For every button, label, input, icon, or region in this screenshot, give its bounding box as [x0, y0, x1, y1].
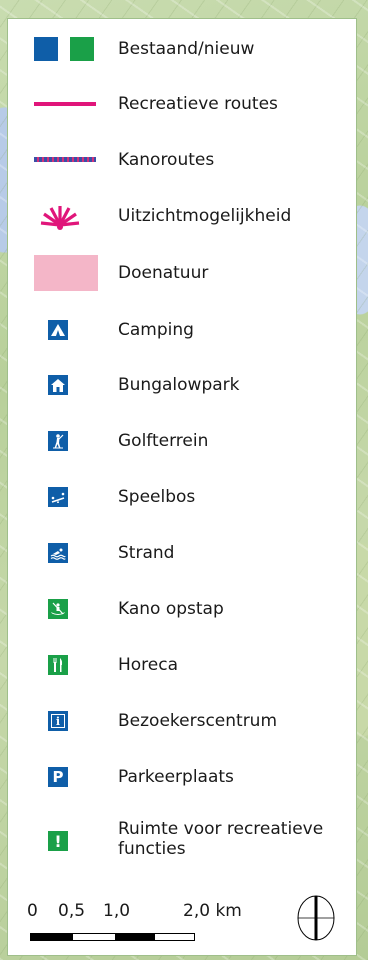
exclamation-icon: ! — [48, 831, 68, 851]
viewpoint-icon — [40, 206, 80, 230]
legend-item-recreatieve-routes: Recreatieve routes — [8, 93, 356, 133]
legend-label: Kano opstap — [118, 599, 224, 619]
legend-item-bungalowpark: Bungalowpark — [8, 373, 356, 413]
legend-item-strand: Strand — [8, 541, 356, 581]
legend-label: Doenatuur — [118, 263, 209, 283]
legend-item-bestaand-nieuw: Bestaand/nieuw — [8, 37, 356, 77]
legend-label: Recreatieve routes — [118, 94, 278, 114]
legend-label: Bezoekerscentrum — [118, 711, 278, 731]
seesaw-icon — [48, 487, 68, 507]
legend-item-kanoroutes: Kanoroutes — [8, 149, 356, 189]
scale-tick-1: 1,0 — [103, 901, 131, 921]
legend-label: Camping — [118, 320, 194, 340]
legend-label: Speelbos — [118, 487, 196, 507]
legend-item-horeca: Horeca — [8, 653, 356, 693]
golfer-icon — [48, 431, 68, 451]
north-arrow-icon — [297, 895, 335, 941]
legend-label: Parkeerplaats — [118, 767, 234, 787]
legend-label: Strand — [118, 543, 175, 563]
legend-item-doenatuur: Doenatuur — [8, 255, 356, 295]
scale-segments — [30, 933, 195, 941]
legend-item-bezoekerscentrum: i Bezoekerscentrum — [8, 709, 356, 749]
parking-icon: P — [48, 767, 68, 787]
legend-label: Bungalowpark — [118, 375, 240, 395]
scale-tick-2: 2,0 km — [183, 901, 242, 921]
legend-label: Kanoroutes — [118, 150, 215, 170]
legend-item-ruimte: ! Ruimte voor recreatieve functies — [8, 819, 356, 869]
legend-item-kano-opstap: Kano opstap — [8, 597, 356, 637]
legend-panel: Bestaand/nieuw Recreatieve routes Kanoro… — [7, 18, 357, 956]
legend-item-uitzicht: Uitzichtmogelijkheid — [8, 203, 356, 243]
canoe-icon — [48, 599, 68, 619]
doenatuur-swatch — [34, 255, 98, 291]
route-line-swatch — [34, 102, 96, 106]
scale-tick-05: 0,5 — [58, 901, 86, 921]
legend-label: Horeca — [118, 655, 179, 675]
cutlery-icon — [48, 655, 68, 675]
canoe-route-swatch — [34, 157, 96, 162]
legend-label: Bestaand/nieuw — [118, 39, 255, 59]
info-icon: i — [48, 711, 68, 731]
scale-tick-0: 0 — [27, 901, 38, 921]
legend-item-speelbos: Speelbos — [8, 485, 356, 525]
legend-label-line2: functies — [118, 839, 186, 859]
legend-label-line1: Ruimte voor recreatieve — [118, 819, 324, 839]
info-glyph: i — [51, 714, 65, 728]
legend-item-golfterrein: Golfterrein — [8, 429, 356, 469]
legend-item-camping: Camping — [8, 318, 356, 358]
legend-label: Golfterrein — [118, 431, 209, 451]
tent-icon — [48, 320, 68, 340]
new-swatch — [70, 37, 94, 61]
swimmer-icon — [48, 543, 68, 563]
legend-label: Uitzichtmogelijkheid — [118, 206, 292, 226]
legend-item-parkeerplaats: P Parkeerplaats — [8, 765, 356, 805]
existing-swatch — [34, 37, 58, 61]
house-icon — [48, 375, 68, 395]
